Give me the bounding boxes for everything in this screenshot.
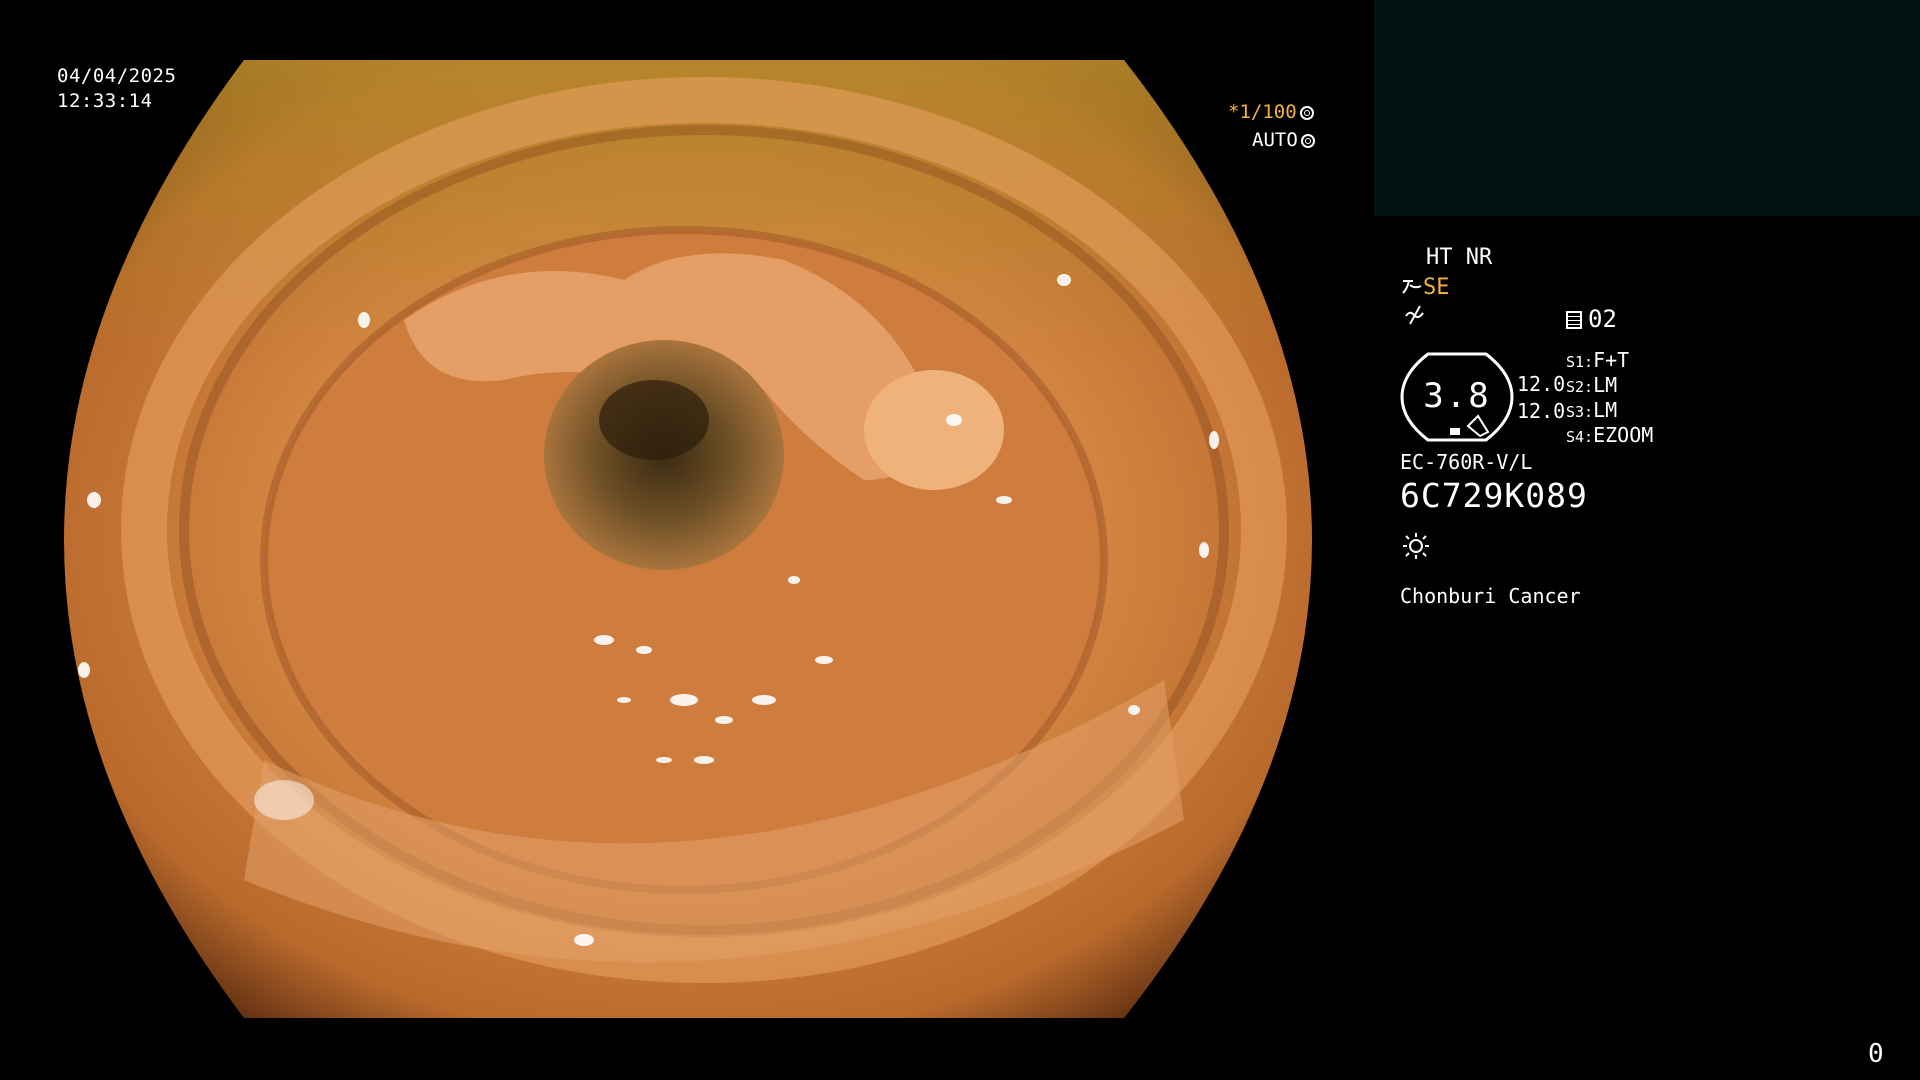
light-source-icon	[1403, 533, 1429, 559]
shutter-readout: *1/100	[1228, 100, 1314, 124]
enhancement-readout: SE	[1401, 274, 1450, 302]
exposure-readout: AUTO	[1252, 128, 1315, 152]
switch-1: S1:F+T	[1566, 348, 1629, 375]
date-time-overlay: 04/04/2025 12:33:14	[57, 64, 176, 114]
scope-serial: 6C729K089	[1400, 476, 1588, 515]
memo-icon	[1566, 311, 1582, 329]
gauge-side-bottom: 12.0	[1517, 399, 1566, 423]
memo-readout: 02	[1566, 305, 1617, 333]
switch-4-value: EZOOM	[1593, 423, 1654, 447]
frame-counter: 0	[1868, 1039, 1884, 1069]
endoscope-image	[64, 60, 1312, 1018]
tilde-icon	[1404, 304, 1426, 334]
exposure-mode-text: AUTO	[1252, 129, 1298, 151]
scope-model: EC-760R-V/L	[1400, 450, 1533, 474]
tilde-icon-drawing	[1405, 305, 1424, 325]
switch-2: S2:LM	[1566, 373, 1617, 400]
hospital-name: Chonburi Cancer	[1400, 584, 1581, 608]
shutter-icon	[1299, 106, 1314, 120]
switch-1-value: F+T	[1593, 348, 1630, 372]
switch-3-key: S3:	[1566, 403, 1594, 421]
switch-1-key: S1:	[1566, 353, 1594, 371]
switch-2-value: LM	[1593, 373, 1618, 397]
gauge-side-top: 12.0	[1517, 372, 1566, 396]
date-text: 04/04/2025	[57, 65, 177, 87]
switch-3-value: LM	[1593, 398, 1618, 422]
shutter-text: *1/100	[1228, 101, 1297, 123]
endoscope-image-drawing	[64, 60, 1312, 1018]
switch-2-key: S2:	[1566, 378, 1594, 396]
gauge-value: 3.8	[1423, 376, 1491, 416]
memo-number: 02	[1588, 305, 1617, 333]
switch-4: S4:EZOOM	[1566, 423, 1653, 450]
switch-3: S3:LM	[1566, 398, 1617, 425]
enhancement-text: SE	[1423, 275, 1450, 300]
switch-4-key: S4:	[1566, 428, 1594, 446]
thumbnail-panel	[1374, 0, 1920, 216]
time-text: 12:33:14	[57, 90, 153, 112]
auto-exposure-icon	[1300, 134, 1315, 148]
enhance-icon	[1402, 280, 1422, 294]
mode-text: HT NR	[1426, 245, 1493, 270]
